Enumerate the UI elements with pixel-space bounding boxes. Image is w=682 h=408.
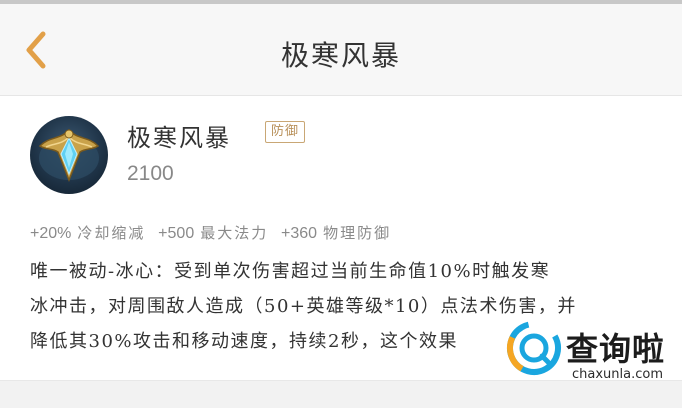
item-price: 2100 [127, 162, 174, 185]
description-line: 唯一被动-冰心：受到单次伤害超过当前生命值10%时触发寒 [30, 261, 551, 282]
watermark: 查询啦 chaxunla.com [506, 320, 676, 390]
description-line: 冰冲击，对周围敌人造成（50+英雄等级*10）点法术伤害，并 [30, 296, 577, 317]
item-name: 极寒风暴 [127, 124, 231, 152]
stat-label: 物理防御 [323, 224, 392, 242]
item-category-tag: 防御 [265, 121, 306, 143]
stat-label: 冷却缩减 [77, 224, 146, 242]
page-title: 极寒风暴 [280, 39, 401, 72]
watermark-text-cn: 查询啦 [566, 330, 666, 368]
frost-storm-item-icon [30, 116, 108, 194]
stat-value: +500 [158, 225, 195, 242]
chaxunla-logo-icon [506, 320, 562, 376]
stat-label: 最大法力 [200, 224, 269, 242]
app-header: 极寒风暴 [0, 4, 682, 96]
watermark-text-en: chaxunla.com [572, 367, 663, 382]
stat-value: +360 [281, 225, 318, 242]
item-stats: +20% 冷却缩减 +500 最大法力 +360 物理防御 [30, 222, 399, 243]
stat-value: +20% [30, 225, 72, 242]
